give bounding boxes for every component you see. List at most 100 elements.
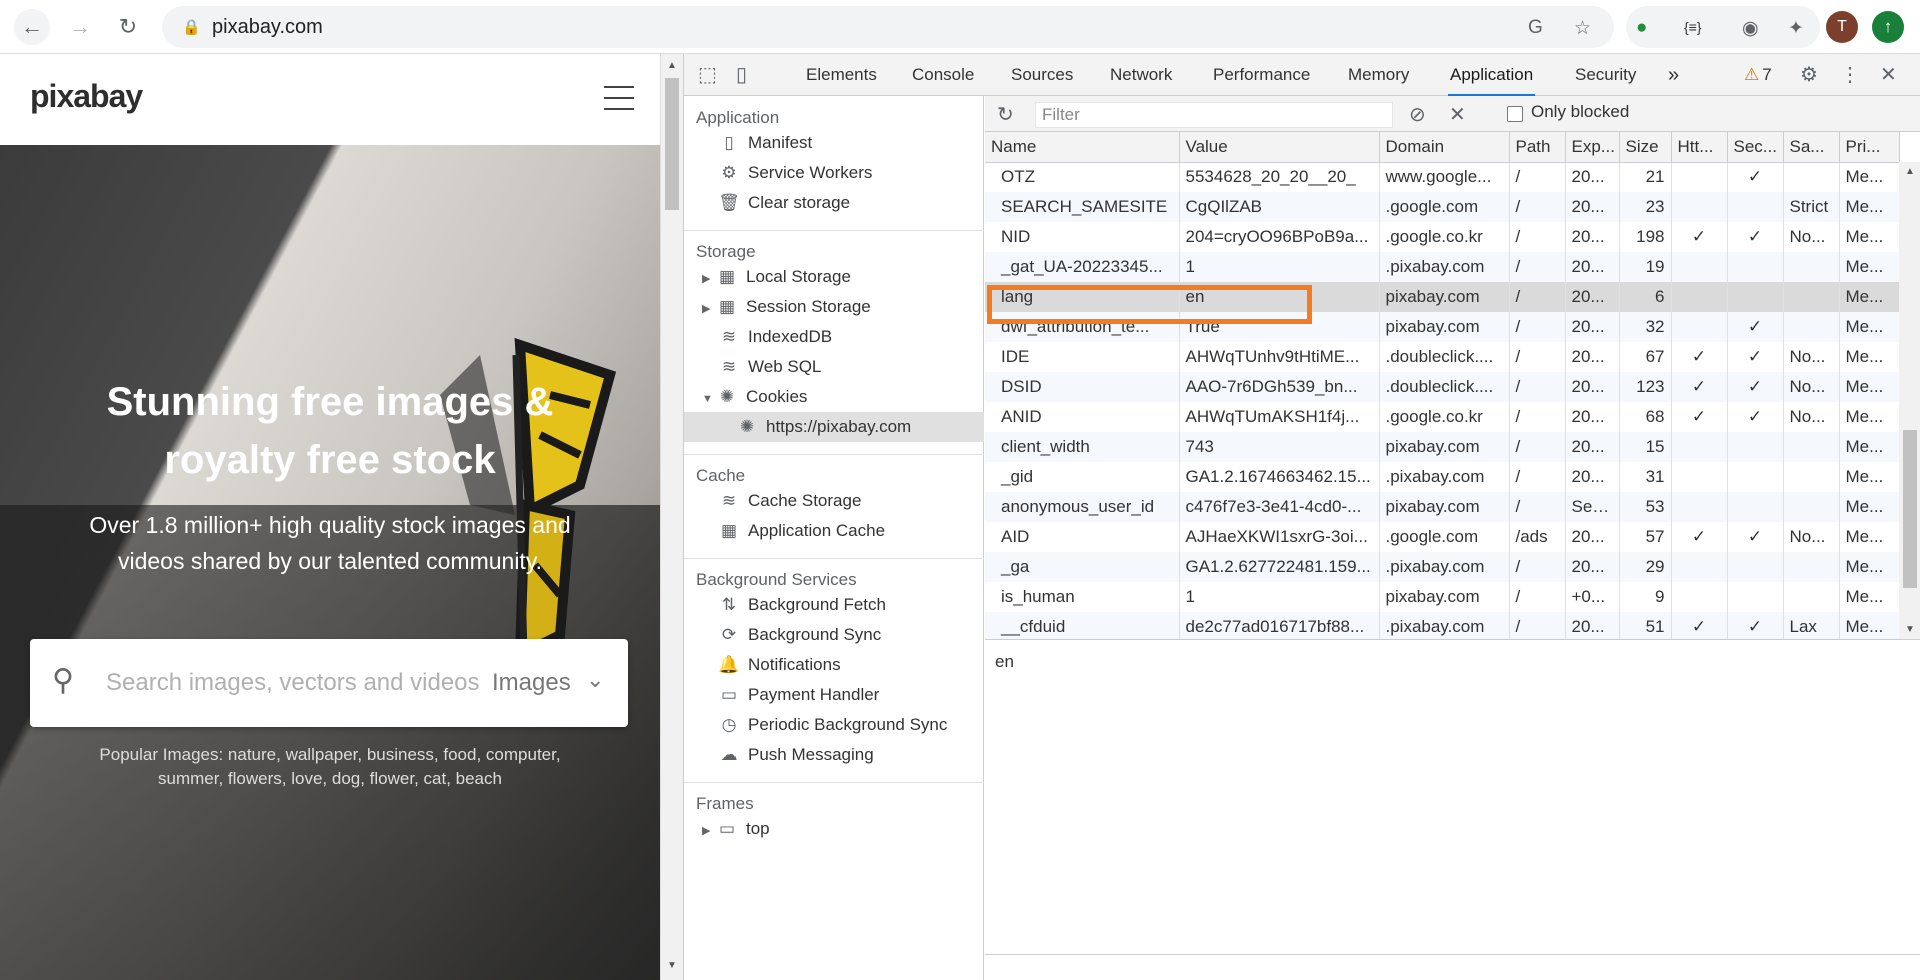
only-blocked-checkbox[interactable] [1507, 106, 1523, 122]
column-header[interactable]: Domain [1379, 132, 1510, 163]
sidebar-item-background-sync[interactable]: ⟳ Background Sync [718, 620, 881, 650]
sidebar-item-clear-storage[interactable]: 🗑 Clear storage [718, 188, 850, 218]
expand-triangle-icon[interactable]: ▶ [702, 816, 716, 846]
cookie-row[interactable]: IDE AHWqTUnhv9tHtiME... .doubleclick..../2… [985, 342, 1900, 372]
grammarly-extension-icon[interactable]: ● [1636, 17, 1647, 39]
more-tabs-icon[interactable]: » [1666, 54, 1681, 96]
kebab-menu-icon[interactable]: ⋮ [1840, 62, 1860, 87]
cookie-row[interactable]: is_human 1 pixabay.com / +0... 9 Me... [985, 582, 1900, 612]
sidebar-item-push-messaging[interactable]: ☁ Push Messaging [718, 740, 874, 770]
camera-extension-icon[interactable]: ◉ [1742, 17, 1759, 40]
cookie-row[interactable]: lang en pixabay.com/20... 6 Me... [985, 282, 1900, 312]
profile-avatar[interactable]: T [1826, 11, 1858, 43]
sidebar-item-notifications[interactable]: 🔔 Notifications [718, 650, 840, 680]
cookie-row[interactable]: _ga GA1.2.627722481.159... .pixabay.com/20… [985, 552, 1900, 582]
column-header[interactable]: Value [1179, 132, 1380, 163]
chevron-down-icon[interactable]: ⌄ [586, 667, 604, 693]
table-scroll-thumb[interactable] [1903, 430, 1917, 588]
sidebar-item-cookie-origin[interactable]: ✺ https://pixabay.com [736, 412, 911, 442]
tab-elements[interactable]: Elements [804, 54, 879, 96]
close-icon[interactable]: ✕ [1880, 62, 1897, 87]
page-scroll-thumb[interactable] [665, 78, 679, 210]
delete-selected-icon[interactable]: ✕ [1449, 102, 1466, 127]
cookie-cell [1783, 162, 1840, 192]
sidebar-item-application-cache[interactable]: ▦ Application Cache [718, 516, 885, 546]
search-type-select[interactable]: Images [492, 669, 571, 697]
inspect-element-icon[interactable]: ⬚ [698, 62, 717, 87]
column-header[interactable]: Sec... [1727, 132, 1784, 163]
column-header[interactable]: Exp... [1565, 132, 1620, 163]
settings-gear-icon[interactable]: ⚙ [1800, 62, 1818, 87]
sidebar-item-local-storage[interactable]: ▶ ▦ Local Storage [702, 262, 851, 292]
sidebar-item-cache-storage[interactable]: ≋ Cache Storage [718, 486, 862, 516]
json-extension-icon[interactable]: {≡} [1684, 19, 1702, 35]
tab-sources[interactable]: Sources [1009, 54, 1075, 96]
sidebar-item-service-workers[interactable]: ⚙ Service Workers [718, 158, 872, 188]
cookie-row[interactable]: client_width 743 pixabay.com/20... 15 Me... [985, 432, 1900, 462]
cookie-row[interactable]: anonymous_user_id c476f7e3-3e41-4cd0-... p… [985, 492, 1900, 522]
scroll-down-icon[interactable]: ▼ [1905, 624, 1915, 635]
sidebar-item-cookies[interactable]: ▼ ✺ Cookies [702, 382, 807, 412]
cookie-row[interactable]: __cfduid de2c77ad016717bf88... .pixabay.co… [985, 612, 1900, 639]
cookie-row[interactable]: dwf_attribution_te... True pixabay.com/20.… [985, 312, 1900, 342]
extensions-puzzle-icon[interactable]: ✦ [1788, 17, 1804, 40]
cookie-cell: 198 [1619, 222, 1672, 252]
bookmark-star-icon[interactable]: ☆ [1574, 17, 1591, 40]
expand-triangle-icon[interactable]: ▶ [702, 264, 716, 294]
sidebar-item-frame-top[interactable]: ▶ ▭ top [702, 814, 770, 844]
tab-performance[interactable]: Performance [1211, 54, 1312, 96]
sidebar-item-session-storage[interactable]: ▶ ▦ Session Storage [702, 292, 871, 322]
cookie-row[interactable]: DSID AAO-7r6DGh539_bn... .doubleclick.... /… [985, 372, 1900, 402]
filter-input[interactable]: Filter [1035, 102, 1393, 128]
search-input[interactable]: Search images, vectors and videos [106, 669, 486, 697]
sidebar-item-manifest[interactable]: ▯ Manifest [718, 128, 812, 158]
tab-security[interactable]: Security [1573, 54, 1638, 96]
clear-all-icon[interactable]: ⊘ [1409, 102, 1426, 127]
sidebar-item-background-fetch[interactable]: ⇅ Background Fetch [718, 590, 886, 620]
tab-console[interactable]: Console [910, 54, 976, 96]
update-arrow-icon[interactable]: ↑ [1872, 11, 1904, 43]
sidebar-item-indexeddb[interactable]: ≋ IndexedDB [718, 322, 832, 352]
sidebar-item-payment-handler[interactable]: ▭ Payment Handler [718, 680, 879, 710]
cookie-row[interactable]: ANID AHWqTUmAKSH1f4j... .google.co.kr/20..… [985, 402, 1900, 432]
sidebar-item-web-sql[interactable]: ≋ Web SQL [718, 352, 822, 382]
column-header[interactable]: Name [985, 132, 1180, 163]
refresh-icon[interactable]: ↻ [997, 102, 1014, 127]
forward-button-icon[interactable]: → [62, 9, 98, 45]
reload-icon[interactable]: ↻ [110, 9, 146, 45]
translate-icon[interactable]: G [1528, 17, 1543, 39]
cookie-cell: 15 [1619, 432, 1672, 462]
scroll-down-icon[interactable]: ▼ [667, 960, 677, 971]
hamburger-menu-icon[interactable] [604, 86, 634, 110]
cookie-cell: 20... [1565, 222, 1620, 252]
cookie-row[interactable]: SEARCH_SAMESITE CgQIlZAB .google.com/20...… [985, 192, 1900, 222]
clock-icon: ◷ [721, 715, 737, 734]
expand-triangle-icon[interactable]: ▶ [702, 294, 716, 324]
column-header[interactable]: Path [1509, 132, 1566, 163]
search-icon[interactable]: ⚲ [52, 663, 74, 698]
column-header[interactable]: Pri... [1839, 132, 1900, 163]
address-bar[interactable]: 🔒 pixabay.com G ☆ [162, 6, 1614, 48]
tab-network[interactable]: Network [1108, 54, 1174, 96]
device-toggle-icon[interactable]: ▯ [736, 62, 747, 87]
cookie-row[interactable]: OTZ 5534628_20_20__20_ www.google.../20...… [985, 162, 1900, 192]
page-scrollbar[interactable]: ▲ ▼ [660, 54, 683, 980]
cookie-row[interactable]: _gid GA1.2.1674663462.15... .pixabay.com/2… [985, 462, 1900, 492]
warning-icon[interactable]: ⚠ 7 [1742, 54, 1774, 96]
tab-application[interactable]: Application [1448, 54, 1536, 96]
collapse-triangle-icon[interactable]: ▼ [702, 384, 716, 414]
tab-memory[interactable]: Memory [1346, 54, 1411, 96]
cookie-row[interactable]: NID 204=cryOO96BPoB9a... .google.co.kr/20.… [985, 222, 1900, 252]
table-scrollbar[interactable]: ▲ ▼ [1899, 162, 1920, 639]
scroll-up-icon[interactable]: ▲ [1905, 166, 1915, 177]
cookie-row[interactable]: AID AJHaeXKWI1sxrG-3oi... .google.com/ads 2… [985, 522, 1900, 552]
column-header[interactable]: Sa... [1783, 132, 1840, 163]
cookie-row[interactable]: _gat_UA-20223345... 1 .pixabay.com/20... 19… [985, 252, 1900, 282]
column-header[interactable]: Size [1619, 132, 1672, 163]
column-header[interactable]: Htt... [1671, 132, 1728, 163]
back-button-icon[interactable]: ← [14, 9, 50, 45]
scroll-up-icon[interactable]: ▲ [667, 60, 677, 71]
pixabay-logo[interactable]: pixabay [30, 78, 143, 115]
sidebar-item-periodic-background-sync[interactable]: ◷ Periodic Background Sync [718, 710, 948, 740]
address-url[interactable]: pixabay.com [212, 16, 323, 39]
